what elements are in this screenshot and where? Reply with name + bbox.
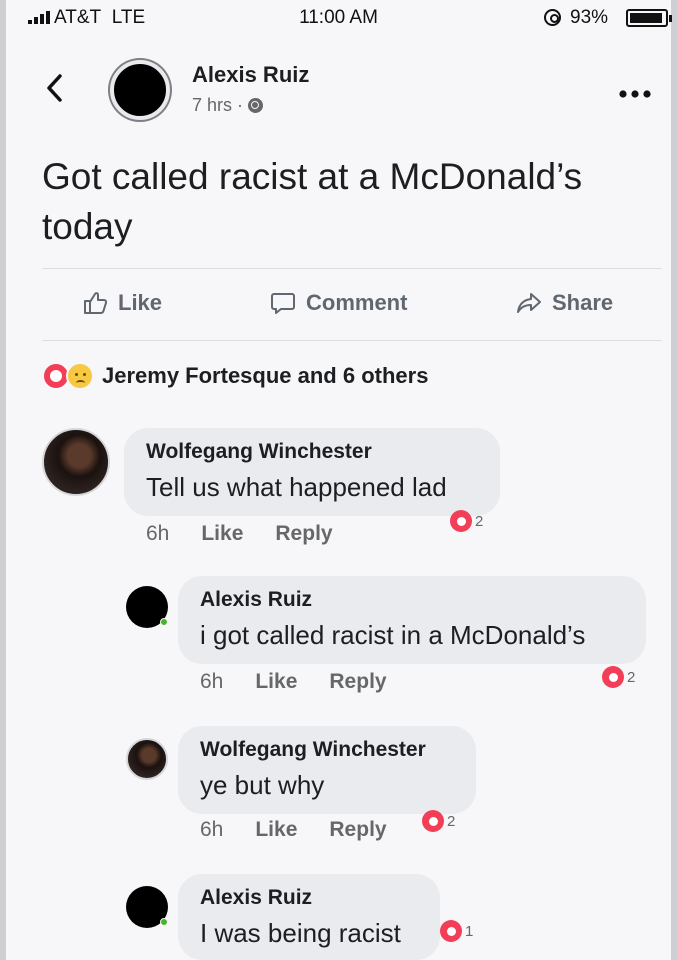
thumbs-up-icon [84,292,108,314]
post-meta: 7 hrs · [192,95,264,116]
reactions-summary[interactable]: Jeremy Fortesque and 6 others [42,362,428,390]
post-time[interactable]: 7 hrs [192,95,232,116]
comment-meta: 6h Like Reply [200,670,387,694]
comment-time: 6h [146,522,170,545]
comment-author[interactable]: Alexis Ruiz [200,886,418,910]
commenter-avatar[interactable] [126,586,168,628]
reaction-count: 2 [447,812,456,830]
online-indicator [160,618,168,626]
comment-reaction-badge[interactable]: 1 [440,920,473,942]
like-label: Like [118,290,163,315]
phone-screen: AT&T LTE 11:00 AM 93% Alexis Ruiz 7 hrs … [0,0,677,960]
post-text: Got called racist at a McDonald’s today [42,156,583,247]
comment-author[interactable]: Alexis Ruiz [200,588,624,612]
comment-text: Tell us what happened lad [146,472,447,502]
comment-time: 6h [200,818,224,841]
comment-reply-button[interactable]: Reply [329,670,386,694]
comment-text: ye but why [200,770,325,800]
reactions-text: Jeremy Fortesque and 6 others [102,363,429,388]
chevron-left-icon [47,74,62,102]
commenter-avatar[interactable] [126,886,168,928]
status-bar: AT&T LTE 11:00 AM 93% [6,0,672,36]
comment-reaction-badge[interactable]: 2 [422,810,455,832]
comment-bubble: Wolfegang Winchester ye but why [178,726,476,814]
globe-icon [248,98,264,113]
battery-percent: 93% [570,7,609,28]
more-options-icon [619,90,651,98]
comment-label: Comment [306,290,408,315]
share-button[interactable]: Share [516,290,613,316]
sad-reaction-icon [66,362,94,390]
reaction-count: 2 [475,512,484,530]
battery-icon [626,9,672,27]
commenter-avatar[interactable] [42,428,110,496]
post-actions: Like Comment Share [42,280,662,332]
rotation-lock-icon [544,9,561,26]
online-indicator [160,918,168,926]
more-options-button[interactable] [618,78,652,106]
comment-like-button[interactable]: Like [255,818,297,842]
commenter-avatar[interactable] [126,738,168,780]
comment-reaction-badge[interactable]: 2 [602,666,635,688]
divider [42,268,662,269]
comment-icon [271,293,295,314]
comment-time: 6h [200,670,224,693]
love-reaction-icon [440,920,462,942]
comment-meta: 6h Like Reply [146,522,333,546]
avatar[interactable] [110,60,170,120]
like-button[interactable]: Like [82,290,162,316]
comment-text: I was being racist [200,918,401,948]
comment-like-button[interactable]: Like [201,522,243,546]
reaction-count: 1 [465,922,474,940]
comment-text: i got called racist in a McDonald’s [200,620,586,650]
comment-reply-button[interactable]: Reply [275,522,332,546]
comment-meta: 6h Like Reply [200,818,387,842]
share-icon [517,293,541,313]
back-button[interactable] [44,72,74,108]
meta-separator: · [237,95,244,115]
divider [42,340,662,341]
comment-button[interactable]: Comment [270,290,407,316]
reaction-count: 2 [627,668,636,686]
comment-reply-button[interactable]: Reply [329,818,386,842]
comment-author[interactable]: Wolfegang Winchester [146,440,478,464]
love-reaction-icon [450,510,472,532]
love-reaction-icon [602,666,624,688]
comment-bubble: Wolfegang Winchester Tell us what happen… [124,428,500,516]
comment-bubble: Alexis Ruiz I was being racist [178,874,440,960]
post-author[interactable]: Alexis Ruiz [192,62,309,88]
comment-like-button[interactable]: Like [255,670,297,694]
comment-bubble: Alexis Ruiz i got called racist in a McD… [178,576,646,664]
comment-author[interactable]: Wolfegang Winchester [200,738,454,762]
share-label: Share [552,290,614,315]
comment-reaction-badge[interactable]: 2 [450,510,483,532]
love-reaction-icon [422,810,444,832]
